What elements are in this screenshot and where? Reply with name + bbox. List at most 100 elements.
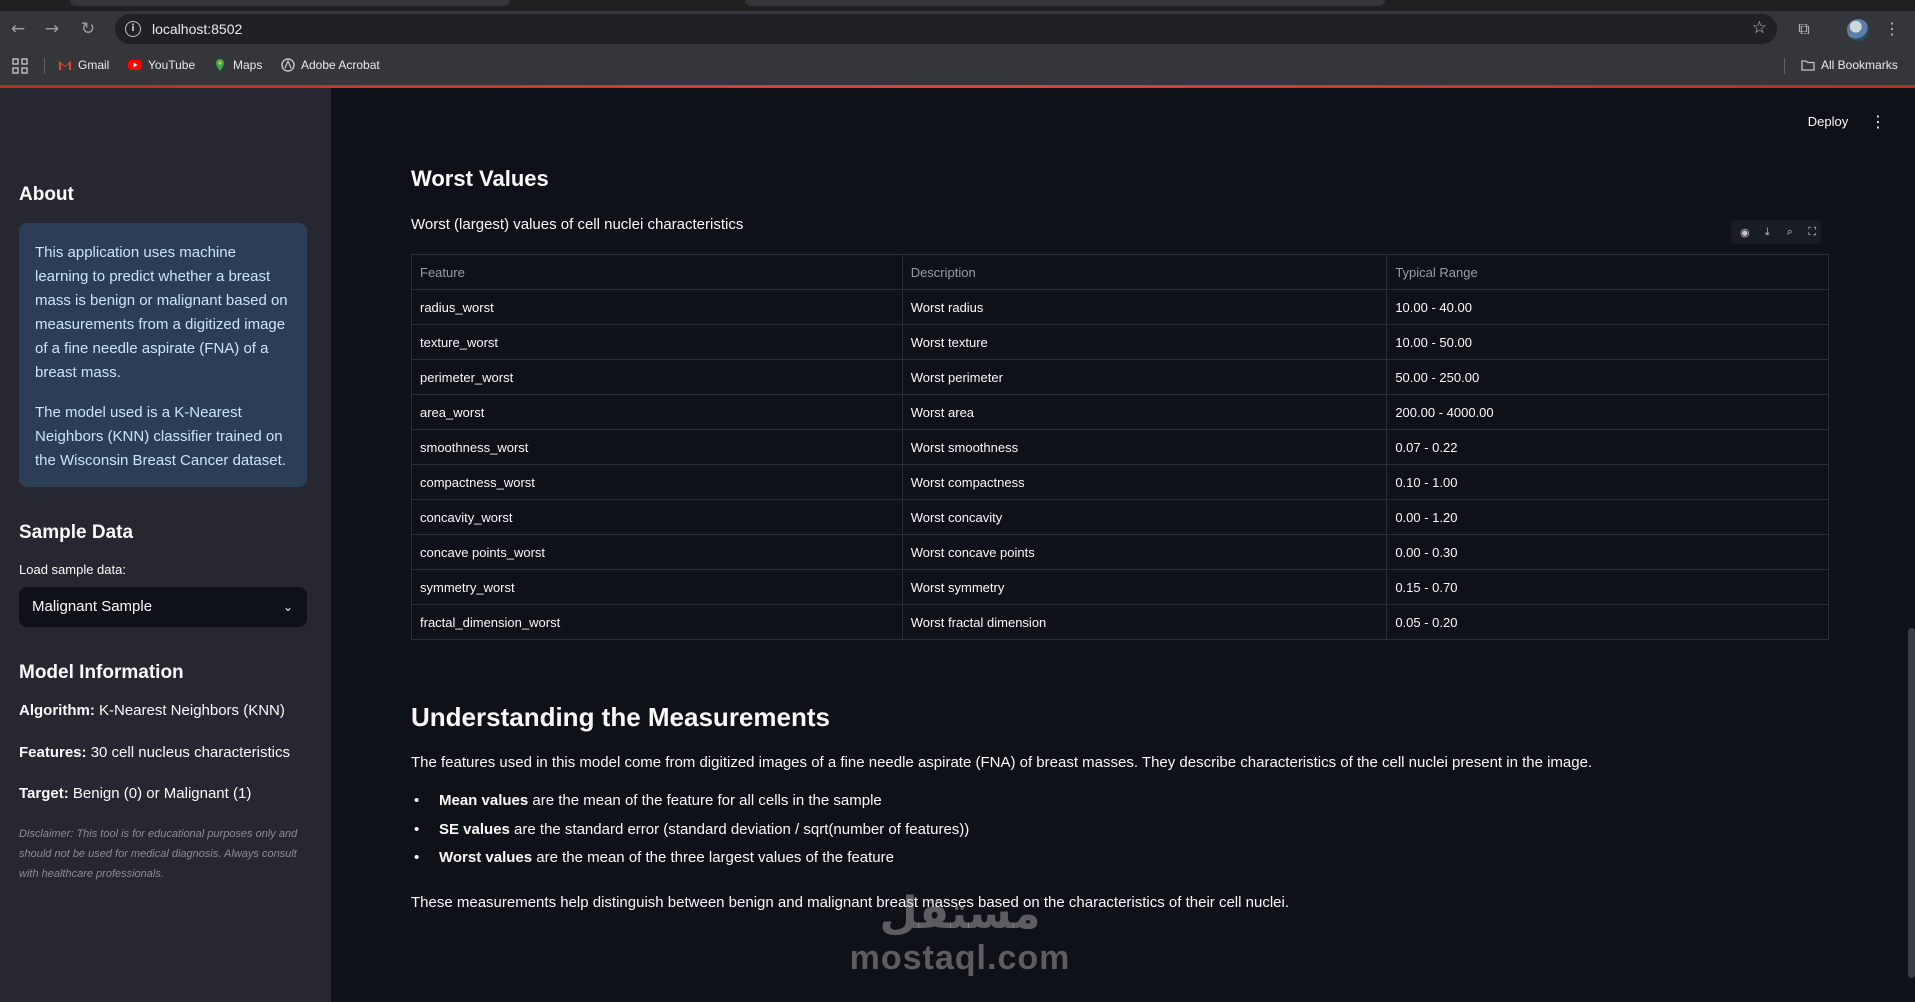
list-item: Worst values are the mean of the three l… (411, 844, 969, 873)
all-bookmarks[interactable]: All Bookmarks (1801, 58, 1898, 72)
sample-data-heading: Sample Data (19, 522, 134, 543)
eye-icon[interactable]: ◉ (1736, 226, 1754, 239)
table-cell[interactable]: Worst smoothness (901, 429, 1388, 465)
table-cell[interactable]: concavity_worst (411, 499, 903, 535)
table-row: concave points_worst Worst concave points… (411, 534, 1829, 570)
table-cell[interactable]: radius_worst (411, 289, 903, 325)
sidebar: About This application uses machine lear… (0, 88, 331, 1002)
table-cell[interactable]: concave points_worst (411, 534, 903, 570)
table-cell[interactable]: 0.00 - 0.30 (1386, 534, 1829, 570)
features-value: 30 cell nucleus characteristics (86, 744, 290, 761)
apps-grid-icon[interactable] (12, 58, 28, 74)
about-heading: About (19, 184, 74, 205)
table-row: fractal_dimension_worst Worst fractal dim… (411, 604, 1829, 640)
folder-icon (1801, 60, 1815, 71)
table-cell[interactable]: 200.00 - 4000.00 (1386, 394, 1829, 430)
bookmarks-bar: Gmail YouTube Maps Adobe Acrobat All Boo… (0, 47, 1915, 85)
sample-select-value: Malignant Sample (32, 598, 153, 615)
watermark-arabic: مستقل (879, 888, 1042, 939)
maps-icon (216, 59, 224, 71)
about-paragraph: This application uses machine learning t… (35, 244, 288, 381)
table-cell[interactable]: Worst radius (901, 289, 1388, 325)
table-cell[interactable]: 0.00 - 1.20 (1386, 499, 1829, 535)
bookmark-star-icon[interactable]: ☆ (1752, 18, 1767, 38)
bookmark-acrobat[interactable]: Adobe Acrobat (281, 58, 380, 72)
bullet-text: are the standard error (standard deviati… (509, 820, 970, 838)
watermark-latin: mostaql.com (849, 939, 1071, 977)
url-text[interactable]: localhost:8502 (152, 21, 242, 37)
fullscreen-icon[interactable]: ⛶ (1804, 225, 1822, 239)
bookmark-divider (1784, 58, 1785, 74)
table-cell[interactable]: perimeter_worst (411, 359, 903, 395)
download-icon[interactable]: ⤓ (1759, 225, 1777, 239)
table-cell[interactable]: Worst concave points (901, 534, 1388, 570)
table-row: smoothness_worst Worst smoothness 0.07 - 0… (411, 429, 1829, 465)
table-cell[interactable]: 10.00 - 40.00 (1386, 289, 1829, 325)
sample-select-label: Load sample data: (19, 562, 126, 577)
profile-avatar[interactable] (1847, 19, 1869, 41)
site-info-icon[interactable]: i (125, 21, 141, 37)
target-line: Target: Benign (0) or Malignant (1) (19, 785, 251, 802)
table-cell[interactable]: 0.10 - 1.00 (1386, 464, 1829, 500)
dataframe-toolbar: ◉ ⤓ ⌕ ⛶ (1731, 220, 1821, 244)
table-cell[interactable]: Worst area (901, 394, 1388, 430)
table-cell[interactable]: 0.05 - 0.20 (1386, 604, 1829, 640)
browser-tab[interactable] (745, 0, 1385, 6)
table-cell[interactable]: 50.00 - 250.00 (1386, 359, 1829, 395)
table-cell[interactable]: 10.00 - 50.00 (1386, 324, 1829, 360)
browser-tab[interactable] (70, 0, 510, 6)
browser-toolbar: ← → ↻ i localhost:8502 ☆ ⧉ ⋮ (0, 11, 1915, 47)
algorithm-value: K-Nearest Neighbors (KNN) (94, 702, 285, 719)
table-cell[interactable]: Worst fractal dimension (901, 604, 1388, 640)
bullet-text: are the mean of the three largest values… (532, 849, 894, 866)
algorithm-line: Algorithm: K-Nearest Neighbors (KNN) (19, 702, 285, 719)
browser-menu-icon[interactable]: ⋮ (1880, 17, 1904, 41)
disclaimer-text: Disclaimer: This tool is for educational… (19, 828, 298, 880)
table-cell[interactable]: symmetry_worst (411, 569, 903, 605)
column-header[interactable]: Typical Range (1386, 254, 1829, 290)
table-cell[interactable]: Worst symmetry (901, 569, 1388, 605)
bookmark-maps[interactable]: Maps (213, 58, 262, 72)
worst-values-table[interactable]: Feature Description Typical Range radius… (411, 254, 1829, 640)
table-cell[interactable]: area_worst (411, 394, 903, 430)
table-cell[interactable]: smoothness_worst (411, 429, 903, 465)
worst-values-heading: Worst Values (411, 166, 549, 191)
table-row: compactness_worst Worst compactness 0.10 -… (411, 464, 1829, 500)
main-menu-icon[interactable]: ⋮ (1868, 108, 1888, 136)
address-bar[interactable]: i localhost:8502 ☆ (115, 14, 1777, 44)
sample-data-select[interactable]: Malignant Sample ⌄ (19, 587, 307, 627)
search-icon[interactable]: ⌕ (1781, 225, 1799, 239)
table-cell[interactable]: Worst compactness (901, 464, 1388, 500)
table-cell[interactable]: 0.15 - 0.70 (1386, 569, 1829, 605)
browser-tab-strip (0, 0, 1915, 11)
extensions-icon[interactable]: ⧉ (1792, 17, 1816, 41)
column-header[interactable]: Feature (411, 254, 903, 290)
youtube-icon (128, 60, 142, 70)
measurement-bullets: Mean values are the mean of the feature … (411, 787, 969, 873)
back-icon[interactable]: ← (6, 17, 30, 41)
forward-icon[interactable]: → (40, 17, 64, 41)
deploy-button[interactable]: Deploy (1793, 108, 1863, 136)
table-cell[interactable]: Worst texture (901, 324, 1388, 360)
table-row: radius_worst Worst radius 10.00 - 40.00 (411, 289, 1829, 325)
table-cell[interactable]: texture_worst (411, 324, 903, 360)
scrollbar-thumb[interactable] (1908, 628, 1915, 978)
main-content: Deploy ⋮ Worst Values Worst (largest) va… (331, 88, 1915, 1002)
reload-icon[interactable]: ↻ (76, 17, 100, 41)
table-cell[interactable]: Worst concavity (901, 499, 1388, 535)
understanding-heading: Understanding the Measurements (411, 702, 830, 732)
table-cell[interactable]: Worst perimeter (901, 359, 1388, 395)
list-item: SE values are the standard error (standa… (411, 816, 969, 845)
table-cell[interactable]: 0.07 - 0.22 (1386, 429, 1829, 465)
gmail-icon (59, 61, 71, 70)
bookmark-gmail[interactable]: Gmail (58, 58, 109, 72)
table-cell[interactable]: fractal_dimension_worst (411, 604, 903, 640)
bookmark-youtube[interactable]: YouTube (128, 58, 195, 72)
watermark-logo: مستقل mostaql.com (840, 890, 1080, 978)
column-header[interactable]: Description (901, 254, 1388, 290)
features-line: Features: 30 cell nucleus characteristic… (19, 744, 290, 761)
table-cell[interactable]: compactness_worst (411, 464, 903, 500)
bullet-term: SE values (439, 820, 510, 838)
understanding-intro: The features used in this model come fro… (411, 754, 1593, 771)
table-row: area_worst Worst area 200.00 - 4000.00 (411, 394, 1829, 430)
